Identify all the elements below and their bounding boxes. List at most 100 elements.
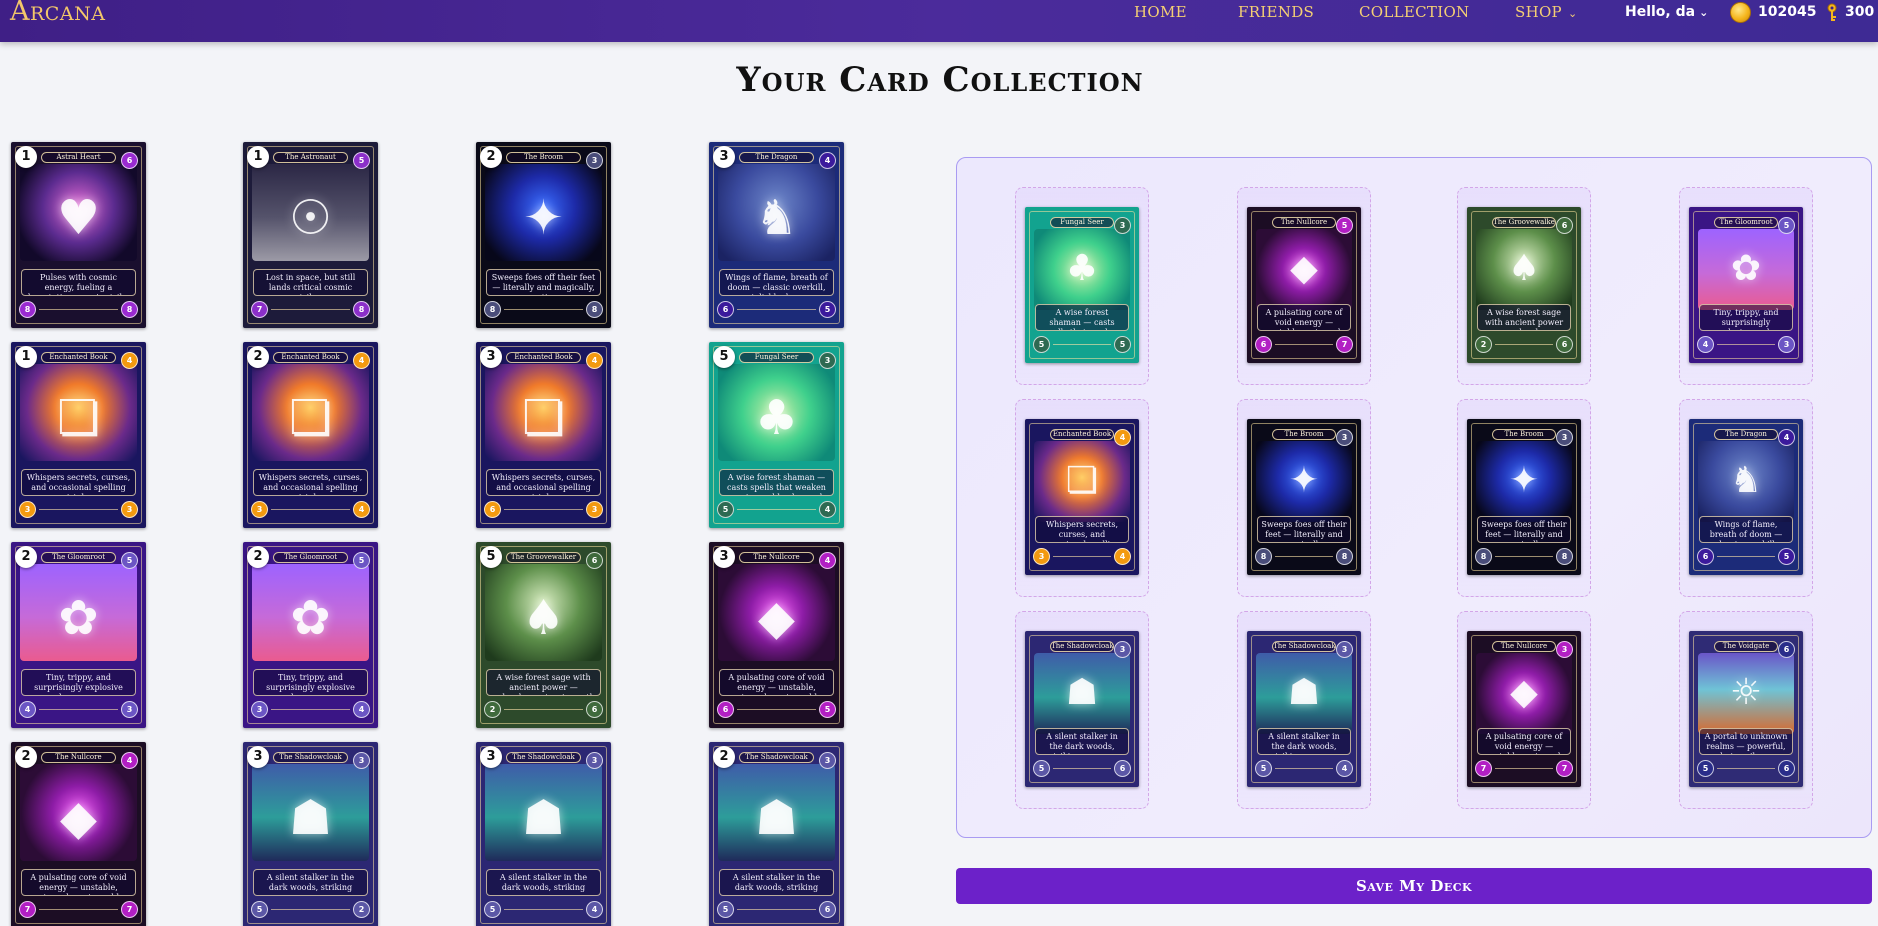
nav-shop[interactable]: SHOP ⌄ (1515, 3, 1577, 21)
card-attack-stat: 6 (717, 301, 734, 318)
card-description: Tiny, trippy, and surprisingly explosive… (253, 669, 368, 696)
card-attack-stat: 6 (1697, 548, 1714, 565)
card-cost: 4 (353, 352, 370, 369)
card-description: A wise forest shaman — casts spells that… (1035, 304, 1129, 331)
card-fungal[interactable]: ♣ Fungal Seer 3 A wise forest shaman — cast… (709, 342, 844, 528)
card-name: The Gloomroot (272, 552, 349, 563)
card-defense-stat: 7 (1336, 336, 1353, 353)
card-description: Pulses with cosmic energy, fueling a dev… (21, 269, 136, 296)
card-name: The Dragon (738, 152, 815, 163)
card-null[interactable]: ◆ The Nullcore 3 A pulsating core of void e… (1467, 631, 1581, 787)
card-frame (713, 146, 840, 324)
card-quantity-badge: 1 (15, 346, 37, 368)
card-shadow[interactable]: ☗ The Shadowcloak 3 A silent stalker in the… (1025, 631, 1139, 787)
card-gloom[interactable]: ✿ The Gloomroot 5 Tiny, trippy, and surpris… (1689, 207, 1803, 363)
card-astronaut[interactable]: ☉ The Astronaut 5 Lost in space, but still … (243, 142, 378, 328)
card-attack-stat: 5 (1033, 336, 1050, 353)
card-defense-stat: 4 (586, 901, 603, 918)
card-description: A silent stalker in the dark woods, stri… (253, 869, 368, 896)
card-cost: 3 (586, 152, 603, 169)
card-dragon[interactable]: ♞ The Dragon 4 Wings of flame, breath of do… (1689, 419, 1803, 575)
card-attack-stat: 2 (484, 701, 501, 718)
card-quantity-badge: 3 (247, 746, 269, 768)
card-shadow[interactable]: ☗ The Shadowcloak 3 A silent stalker in the… (243, 742, 378, 926)
nav-collection[interactable]: COLLECTION (1359, 3, 1469, 21)
card-null[interactable]: ◆ The Nullcore 5 A pulsating core of void e… (1247, 207, 1361, 363)
card-cost: 5 (353, 552, 370, 569)
user-menu[interactable]: Hello, da ⌄ (1625, 4, 1708, 20)
card-astral[interactable]: ♥ Astral Heart 6 Pulses with cosmic energy,… (11, 142, 146, 328)
card-divider (737, 509, 816, 510)
card-divider (271, 909, 350, 910)
card-broom[interactable]: ✦ The Broom 3 Sweeps foes off their feet — … (1247, 419, 1361, 575)
card-divider (504, 309, 583, 310)
card-description: A pulsating core of void energy — unstab… (1257, 304, 1351, 331)
card-divider (1053, 344, 1111, 345)
card-defense-stat: 6 (1114, 760, 1131, 777)
card-shadow[interactable]: ☗ The Shadowcloak 3 A silent stalker in the… (709, 742, 844, 926)
card-divider (504, 709, 583, 710)
card-divider (504, 909, 583, 910)
card-description: Tiny, trippy, and surprisingly explosive… (21, 669, 136, 696)
save-deck-button[interactable]: Save My Deck (956, 868, 1872, 904)
card-defense-stat: 3 (121, 701, 138, 718)
card-null[interactable]: ◆ The Nullcore 4 A pulsating core of void e… (11, 742, 146, 926)
card-name: The Nullcore (1272, 217, 1336, 228)
card-broom[interactable]: ✦ The Broom 3 Sweeps foes off their feet — … (1467, 419, 1581, 575)
card-attack-stat: 5 (1033, 760, 1050, 777)
card-attack-stat: 7 (251, 301, 268, 318)
card-broom[interactable]: ✦ The Broom 3 Sweeps foes off their feet — … (476, 142, 611, 328)
card-shadow[interactable]: ☗ The Shadowcloak 3 A silent stalker in the… (1247, 631, 1361, 787)
card-divider (737, 709, 816, 710)
card-divider (1053, 556, 1111, 557)
card-description: A silent stalker in the dark woods, stri… (1035, 728, 1129, 755)
card-groove[interactable]: ♠ The Groovewalker 6 A wise forest sage wit… (1467, 207, 1581, 363)
card-description: A pulsating core of void energy — unstab… (1477, 728, 1571, 755)
card-frame (480, 346, 607, 524)
card-cost: 3 (1114, 641, 1131, 658)
card-book[interactable]: ❏ Enchanted Book 4 Whispers secrets, curses… (243, 342, 378, 528)
card-cost: 4 (121, 752, 138, 769)
card-quantity-badge: 3 (480, 346, 502, 368)
app-logo[interactable]: Arcana (10, 0, 105, 27)
card-fungal[interactable]: ♣ Fungal Seer 3 A wise forest shaman — cast… (1025, 207, 1139, 363)
card-frame (480, 746, 607, 924)
card-attack-stat: 8 (19, 301, 36, 318)
card-defense-stat: 7 (121, 901, 138, 918)
card-defense-stat: 8 (1336, 548, 1353, 565)
card-divider (1275, 768, 1333, 769)
card-attack-stat: 5 (717, 501, 734, 518)
card-attack-stat: 8 (1475, 548, 1492, 565)
card-attack-stat: 5 (484, 901, 501, 918)
card-book[interactable]: ❏ Enchanted Book 4 Whispers secrets, curses… (476, 342, 611, 528)
card-defense-stat: 7 (1556, 760, 1573, 777)
card-gloom[interactable]: ✿ The Gloomroot 5 Tiny, trippy, and surpris… (243, 542, 378, 728)
card-shadow[interactable]: ☗ The Shadowcloak 3 A silent stalker in the… (476, 742, 611, 926)
card-divider (39, 509, 118, 510)
card-description: A silent stalker in the dark woods, stri… (1257, 728, 1351, 755)
card-attack-stat: 4 (19, 701, 36, 718)
card-book[interactable]: ❏ Enchanted Book 4 Whispers secrets, curses… (1025, 419, 1139, 575)
nav-home[interactable]: HOME (1134, 3, 1187, 21)
card-name: The Groovewalker (1492, 217, 1556, 228)
card-divider (271, 509, 350, 510)
card-gloom[interactable]: ✿ The Gloomroot 5 Tiny, trippy, and surpris… (11, 542, 146, 728)
card-quantity-badge: 2 (15, 546, 37, 568)
card-defense-stat: 5 (1114, 336, 1131, 353)
card-dragon[interactable]: ♞ The Dragon 4 Wings of flame, breath of do… (709, 142, 844, 328)
card-attack-stat: 5 (1697, 760, 1714, 777)
card-attack-stat: 5 (717, 901, 734, 918)
nav-friends[interactable]: FRIENDS (1238, 3, 1314, 21)
card-frame (247, 546, 374, 724)
card-attack-stat: 5 (251, 901, 268, 918)
card-name: Fungal Seer (738, 352, 815, 363)
card-groove[interactable]: ♠ The Groovewalker 6 A wise forest sage wit… (476, 542, 611, 728)
card-cost: 5 (353, 152, 370, 169)
card-book[interactable]: ❏ Enchanted Book 4 Whispers secrets, curses… (11, 342, 146, 528)
card-voidgate[interactable]: ☼ The Voidgate 6 A portal to unknown realms… (1689, 631, 1803, 787)
card-attack-stat: 6 (1255, 336, 1272, 353)
card-null[interactable]: ◆ The Nullcore 4 A pulsating core of void e… (709, 542, 844, 728)
card-cost: 3 (1556, 641, 1573, 658)
chevron-down-icon: ⌄ (1567, 7, 1578, 20)
card-defense-stat: 6 (819, 901, 836, 918)
